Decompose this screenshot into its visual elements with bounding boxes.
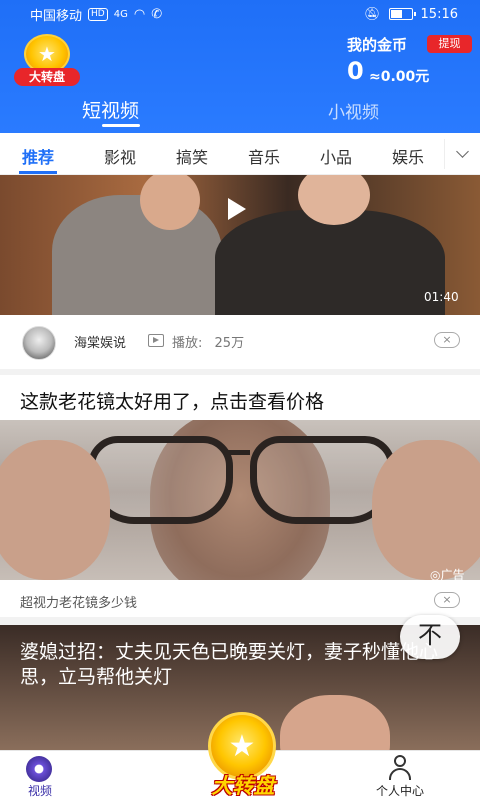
hd-icon: HD: [88, 7, 108, 21]
phone-icon: ✆: [151, 6, 163, 22]
ad-label: ◎广告: [430, 568, 465, 582]
battery-fill: [390, 10, 402, 18]
tab-active-underline: [102, 124, 140, 127]
status-bar: 中国移动 HD 4G ◠ ✆ 🔕︎ 15:16: [0, 0, 480, 28]
video-thumbnail[interactable]: [0, 175, 480, 315]
category-recommend[interactable]: 推荐: [22, 144, 54, 168]
ad-title[interactable]: 这款老花镜太好用了，点击查看价格: [20, 387, 324, 414]
category-music[interactable]: 音乐: [248, 144, 280, 168]
dismiss-ad-button[interactable]: ×: [434, 592, 460, 608]
play-count: 播放: 25万: [172, 332, 244, 351]
author-name[interactable]: 海棠娱说: [74, 332, 126, 351]
chevron-down-icon: [456, 145, 469, 158]
wifi-icon: ◠: [133, 6, 146, 22]
coin-value: 0: [347, 57, 364, 85]
coin-money: ≈0.00元: [369, 69, 430, 85]
category-movies[interactable]: 影视: [104, 144, 136, 168]
play-icon[interactable]: [228, 198, 246, 220]
news-title[interactable]: 婆媳过招：丈夫见天色已晚要关灯，妻子秒懂他心思，立马帮他关灯: [20, 640, 460, 690]
ad-description[interactable]: 超视力老花镜多少钱: [20, 592, 137, 611]
category-active-underline: [19, 171, 57, 174]
back-to-top-button[interactable]: 不: [400, 615, 460, 659]
author-avatar[interactable]: [22, 326, 56, 360]
nav-video[interactable]: 视频: [0, 751, 80, 800]
news-thumbnail-face: [280, 695, 390, 750]
battery-icon: [388, 8, 416, 20]
carrier-label: 中国移动: [30, 8, 83, 24]
category-entertainment[interactable]: 娱乐: [392, 144, 424, 168]
nav-lucky-wheel[interactable]: 大转盘: [198, 712, 288, 800]
video-duration: 01:40: [424, 290, 459, 304]
withdraw-button[interactable]: 提现: [427, 35, 472, 53]
tab-short-video[interactable]: 短视频: [82, 96, 139, 123]
nav-profile[interactable]: 个人中心: [360, 751, 440, 800]
lucky-wheel-badge[interactable]: 大转盘: [14, 34, 80, 86]
my-coins-title: 我的金币: [347, 36, 408, 54]
category-bar: 推荐 影视 搞笑 音乐 小品 娱乐: [0, 133, 480, 175]
ad-image-hand-right: [372, 440, 480, 580]
nav-lucky-wheel-label: 大转盘: [211, 774, 275, 798]
ad-image-hand-left: [0, 440, 110, 580]
category-more-button[interactable]: [444, 139, 480, 169]
signal-icon: 4G: [113, 8, 128, 20]
feed-divider: [0, 369, 480, 375]
wheel-badge-label: 大转盘: [14, 68, 80, 86]
thumbnail-person-right: [215, 210, 445, 315]
video-icon: [26, 756, 52, 782]
clock: 15:16: [420, 6, 458, 22]
tab-small-video[interactable]: 小视频: [328, 98, 379, 123]
category-funny[interactable]: 搞笑: [176, 144, 208, 168]
video-meta-row: 海棠娱说 播放: 25万 ×: [0, 315, 480, 369]
play-count-value: 25万: [214, 336, 245, 351]
play-count-icon: [148, 334, 164, 347]
mute-icon: 🔕︎: [364, 6, 381, 22]
play-count-label: 播放:: [172, 336, 203, 351]
category-skits[interactable]: 小品: [320, 144, 352, 168]
glasses-bridge: [228, 450, 250, 458]
nav-video-label: 视频: [27, 784, 52, 798]
user-icon: [388, 755, 412, 781]
app-header: 中国移动 HD 4G ◠ ✆ 🔕︎ 15:16 大转盘 我的金币 提现 0 ≈0…: [0, 0, 480, 133]
ad-image[interactable]: [0, 420, 480, 580]
dismiss-video-button[interactable]: ×: [434, 332, 460, 348]
nav-profile-label: 个人中心: [375, 784, 424, 798]
